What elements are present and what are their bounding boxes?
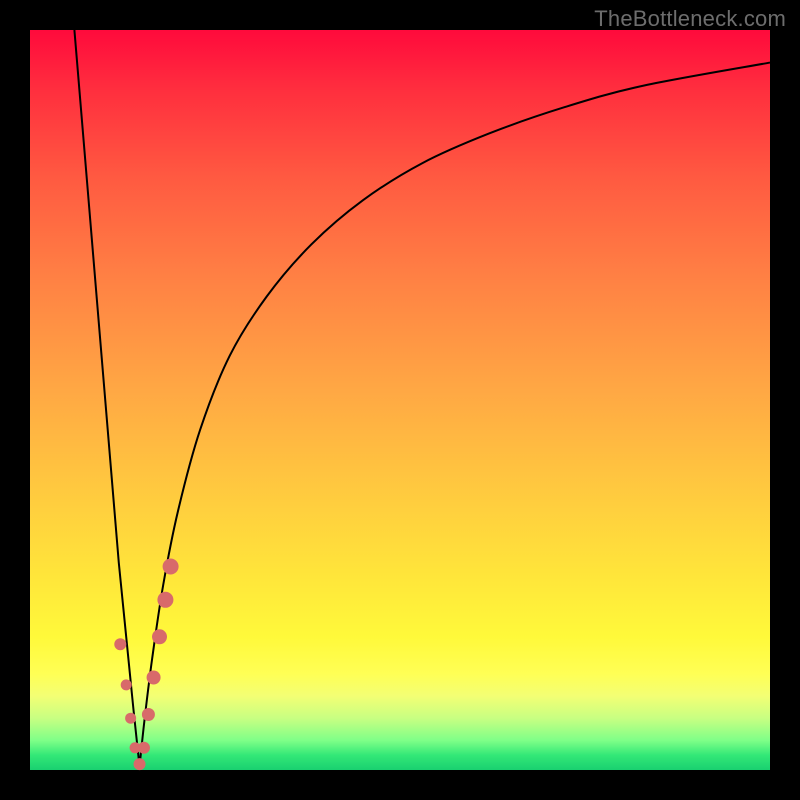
curve-left-branch xyxy=(74,30,139,766)
marker-group xyxy=(114,559,178,771)
marker-point xyxy=(152,629,167,644)
chart-svg xyxy=(30,30,770,770)
marker-point xyxy=(138,742,150,754)
marker-point xyxy=(125,713,136,724)
marker-point xyxy=(134,758,146,770)
chart-frame xyxy=(30,30,770,770)
marker-point xyxy=(142,708,155,721)
marker-point xyxy=(163,559,179,575)
marker-point xyxy=(114,638,126,650)
marker-point xyxy=(157,592,173,608)
curve-right-branch xyxy=(140,63,770,767)
marker-point xyxy=(121,679,132,690)
watermark-text: TheBottleneck.com xyxy=(594,6,786,32)
marker-point xyxy=(147,671,161,685)
